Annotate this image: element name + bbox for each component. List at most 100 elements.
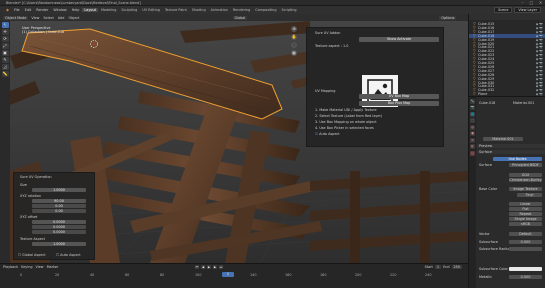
physics-tab-icon[interactable]: ⚙ xyxy=(470,137,475,143)
orientation-dropdown[interactable]: Global xyxy=(232,15,248,20)
texture-aspect-field[interactable]: 1.0000 xyxy=(32,242,86,246)
object-tab-icon[interactable]: ⬚ xyxy=(470,118,475,123)
source-field[interactable]: Single Image xyxy=(509,217,542,221)
distribution-field[interactable]: GGX xyxy=(509,173,542,177)
workspace-tab-compositing[interactable]: Compositing xyxy=(253,8,278,12)
option-2[interactable]: 2. Select Texture (Label from Red layer) xyxy=(315,114,435,118)
world-tab-icon[interactable]: 🌐 xyxy=(470,111,475,117)
subsurface-color-swatch[interactable] xyxy=(509,267,542,271)
rotation-x-field[interactable]: 90.00 xyxy=(32,199,86,203)
preview-section[interactable]: Preview xyxy=(477,144,545,148)
offset-x-field[interactable]: 0.0000 xyxy=(32,220,86,224)
options-dropdown[interactable]: Options xyxy=(439,15,457,20)
auto-aspect-checkbox[interactable]: ☐ Auto Aspect xyxy=(56,253,81,257)
timeline-tick: 100 xyxy=(195,273,202,277)
vector-field[interactable]: Default xyxy=(509,232,542,236)
pan-icon[interactable]: ✋ xyxy=(291,34,297,40)
current-frame-indicator[interactable]: 1 xyxy=(222,272,234,277)
timeline-tick: 0 xyxy=(20,273,23,277)
use-nodes-button[interactable]: Use Nodes xyxy=(493,157,542,161)
menu-select[interactable]: Select xyxy=(42,16,54,20)
subsurface-method-field[interactable]: Christensen-Burley xyxy=(509,178,542,182)
data-tab-icon[interactable]: ◐ xyxy=(470,144,475,149)
size-field[interactable]: 1.0000 xyxy=(32,188,86,192)
modifier-tab-icon[interactable]: ◍ xyxy=(470,124,475,130)
zoom-icon[interactable]: ⊕ xyxy=(291,26,297,32)
workspace-tab-layout[interactable]: Layout xyxy=(82,8,98,12)
annotate-tool-icon[interactable]: ✎ xyxy=(1,57,9,63)
option-4[interactable]: 4. Use Box Picker in selected faces xyxy=(315,126,435,130)
offset-y-field[interactable]: 0.0000 xyxy=(32,225,86,229)
image-name-field[interactable]: Tinyi xyxy=(517,193,542,197)
rotate-tool-icon[interactable]: ⟳ xyxy=(1,36,9,42)
metallic-field[interactable]: 0.000 xyxy=(509,275,542,279)
menu-file[interactable]: File xyxy=(12,8,22,12)
projection-field[interactable]: Flat xyxy=(509,207,542,211)
menu-render[interactable]: Render xyxy=(34,8,50,12)
next-key-icon[interactable]: ▶ xyxy=(213,265,217,269)
color-space-field[interactable]: sRGB xyxy=(509,222,542,226)
extension-field[interactable]: Repeat xyxy=(509,212,542,216)
timeline-header: Playback Keying View Marker xyxy=(3,265,58,269)
box-plus-map-button[interactable]: Box Plus Map xyxy=(359,101,439,106)
global-aspect-checkbox[interactable]: ☐ Global Aspect xyxy=(18,253,46,257)
menu-edit[interactable]: Edit xyxy=(23,8,34,12)
workspace-tab-shading[interactable]: Shading xyxy=(190,8,208,12)
jump-end-icon[interactable]: ⏭ xyxy=(219,265,223,269)
menu-object[interactable]: Object xyxy=(67,16,80,20)
ruler-tool-icon[interactable]: 📏 xyxy=(1,71,9,77)
measure-tool-icon[interactable]: ◿ xyxy=(1,64,9,70)
camera-view-icon[interactable]: 🎥 xyxy=(291,42,297,48)
material-tab-icon[interactable]: ⌬ xyxy=(470,150,475,156)
workspace-tab-rendering[interactable]: Rendering xyxy=(231,8,252,12)
workspace-tab-animation[interactable]: Animation xyxy=(209,8,230,12)
uv-box-map-button[interactable]: UV Box Map xyxy=(359,94,439,99)
blender-logo-icon[interactable]: ◉ xyxy=(4,8,11,12)
move-tool-icon[interactable]: ✛ xyxy=(1,29,9,35)
menu-add[interactable]: Add xyxy=(57,16,66,20)
timeline-menu-keying[interactable]: Keying xyxy=(21,265,32,269)
base-color-field[interactable]: Image Texture xyxy=(509,187,542,191)
view-layer-selector[interactable]: View Layer xyxy=(514,7,541,13)
timeline-menu-marker[interactable]: Marker xyxy=(47,265,59,269)
transform-tool-icon[interactable]: ▣ xyxy=(1,50,9,56)
window-title: Blender* [C:\Users\Randomness\Lumberyard… xyxy=(6,0,141,5)
ortho-toggle-icon[interactable]: ▦ xyxy=(291,50,297,56)
mode-dropdown[interactable]: Object Mode xyxy=(3,15,29,20)
tool-tab-icon[interactable]: 🔧 xyxy=(470,98,475,104)
play-icon[interactable]: ▶ xyxy=(207,265,211,269)
operator-redo-panel: Sure UV Operation Size 1.0000 XYZ rotati… xyxy=(13,172,95,260)
menu-window[interactable]: Window xyxy=(51,8,68,12)
workspace-tab-modeling[interactable]: Modeling xyxy=(99,8,118,12)
subsurface-radius-field[interactable] xyxy=(509,247,542,251)
rotation-z-field[interactable]: 0.00 xyxy=(32,209,86,213)
render-tab-icon[interactable]: 📷 xyxy=(470,105,475,110)
surface-shader-field[interactable]: Principled BSDF xyxy=(509,163,542,167)
offset-z-field[interactable]: 0.0000 xyxy=(32,230,86,234)
option-3[interactable]: 3. Use Box Mapping on whole object xyxy=(315,120,435,124)
end-frame-field[interactable]: 250 xyxy=(451,265,462,269)
menu-help[interactable]: Help xyxy=(70,8,82,12)
auto-aspect-checkbox[interactable]: ☑ Auto Aspect xyxy=(315,132,435,136)
material-name-field[interactable]: Material.001 xyxy=(483,137,523,141)
workspace-tab-texture-paint[interactable]: Texture Paint xyxy=(163,8,189,12)
workspace-tab-uv-editing[interactable]: UV Editing xyxy=(140,8,162,12)
surface-section[interactable]: Surface xyxy=(477,150,545,154)
option-1[interactable]: 1. Make Material UDI / Apply Texture xyxy=(315,108,435,112)
subsurface-field[interactable]: 0.000 xyxy=(509,240,542,244)
select-tool-icon[interactable]: ↖ xyxy=(1,22,9,28)
start-frame-field[interactable]: 1 xyxy=(434,265,442,269)
scene-selector[interactable]: Scene xyxy=(494,7,513,13)
prev-key-icon[interactable]: ◀ xyxy=(201,265,205,269)
workspace-tab-scripting[interactable]: Scripting xyxy=(280,8,299,12)
workspace-tab-sculpting[interactable]: Sculpting xyxy=(119,8,139,12)
rotation-y-field[interactable]: 0.00 xyxy=(32,204,86,208)
timeline-menu-playback[interactable]: Playback xyxy=(3,265,18,269)
particles-tab-icon[interactable]: ● xyxy=(470,131,475,136)
menu-view[interactable]: View xyxy=(30,16,40,20)
timeline-menu-view[interactable]: View xyxy=(36,265,44,269)
interpolation-field[interactable]: Linear xyxy=(509,202,542,206)
scale-tool-icon[interactable]: ⤢ xyxy=(1,43,9,49)
show-activate-button[interactable]: Show Activate xyxy=(359,37,439,42)
jump-start-icon[interactable]: ⏮ xyxy=(195,265,199,269)
